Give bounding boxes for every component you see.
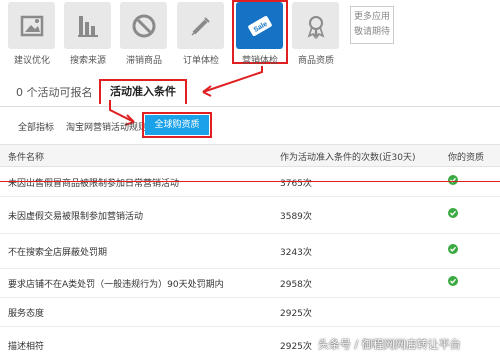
table-header: 条件名称 作为活动准入条件的次数(近30天) 你的资质: [0, 144, 500, 167]
row-condition-name: 描述相符: [8, 342, 45, 352]
more-apps-line1: 更多应用: [353, 12, 390, 22]
row-condition-name: 服务态度: [8, 309, 45, 319]
filter-taobao-rules[interactable]: 淘宝网营销活动规则: [66, 120, 147, 133]
table-row: 不在搜索全店屏蔽处罚期 3243次: [0, 234, 500, 269]
bar-chart-icon: [77, 15, 98, 37]
row-usage-times: 3243次: [280, 248, 312, 258]
image-icon: [20, 15, 43, 36]
more-apps-placeholder: 更多应用 敬请期待: [350, 6, 394, 44]
app-label: 搜索来源: [69, 56, 106, 66]
check-icon: [448, 244, 458, 254]
row-usage-times: 3765次: [280, 179, 312, 189]
check-icon: [448, 208, 458, 218]
header-condition-name: 条件名称: [8, 153, 45, 163]
annotation-strike-line: [0, 181, 500, 182]
tab-bar: 0 个活动可报名 活动准入条件: [0, 76, 500, 107]
row-usage-times: 3589次: [280, 212, 312, 222]
row-usage-times: 2925次: [280, 342, 312, 352]
row-condition-name: 不在搜索全店屏蔽处罚期: [8, 248, 108, 258]
check-icon: [448, 175, 458, 185]
filter-bar: 全部指标 淘宝网营销活动规则: [0, 113, 500, 139]
table-row: 要求店铺不在A类处罚（一般违规行为）90天处罚期内 2958次: [0, 269, 500, 298]
app-suggest-optimize[interactable]: [8, 2, 55, 49]
tab-available-activities[interactable]: 0 个活动可报名: [16, 84, 93, 100]
syringe-icon: [190, 16, 210, 36]
row-condition-name: 未因虚假交易被限制参加营销活动: [8, 212, 144, 222]
app-product-qualification[interactable]: [292, 2, 339, 49]
row-condition-name: 未因出售假冒商品被限制参加日常营销活动: [8, 179, 180, 189]
header-usage-times: 作为活动准入条件的次数(近30天): [280, 153, 416, 163]
app-search-source[interactable]: [64, 2, 111, 49]
no-sign-icon: [132, 14, 155, 37]
table-row: 未因虚假交易被限制参加营销活动 3589次: [0, 197, 500, 234]
more-apps-line2: 敬请期待: [353, 27, 390, 37]
filter-global-qualification[interactable]: 全球购资质: [142, 112, 212, 138]
app-label: 滞销商品: [125, 56, 162, 66]
app-label: 建议优化: [13, 56, 50, 66]
header-your-qualification: 你的资质: [448, 153, 485, 163]
row-usage-times: 2925次: [280, 309, 312, 319]
app-order-check[interactable]: [177, 2, 224, 49]
filter-all[interactable]: 全部指标: [18, 120, 54, 133]
app-icon-row: 建议优化 搜索来源 滞销商品 订单体检 Sale 营销体检 商品资质 更多应用 …: [0, 0, 500, 72]
tab-admission-conditions[interactable]: 活动准入条件: [99, 79, 187, 104]
watermark-text: 头条号 / 御程网网店转让平台: [318, 338, 461, 351]
row-condition-name: 要求店铺不在A类处罚（一般违规行为）90天处罚期内: [8, 280, 224, 290]
table-row: 服务态度 2925次: [0, 298, 500, 327]
app-label: 营销体检: [241, 56, 278, 66]
app-label: 商品资质: [297, 56, 334, 66]
row-usage-times: 2958次: [280, 280, 312, 290]
check-icon: [448, 276, 458, 286]
ribbon-award-icon: [307, 15, 324, 39]
app-label: 订单体检: [182, 56, 219, 66]
app-slow-selling[interactable]: [120, 2, 167, 49]
